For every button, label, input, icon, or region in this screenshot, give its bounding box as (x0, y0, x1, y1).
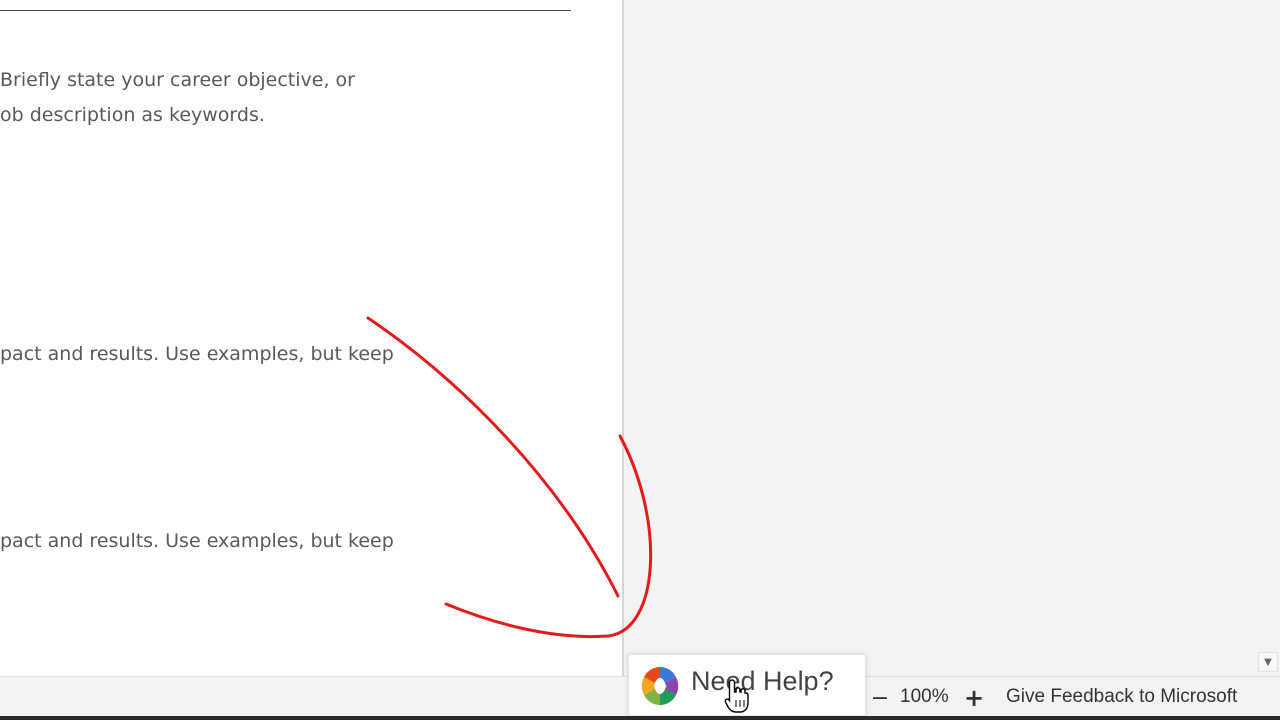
document-page[interactable]: Briefly state your career objective, or … (0, 0, 622, 676)
taskbar-edge (0, 716, 1280, 720)
give-feedback-link[interactable]: Give Feedback to Microsoft (1006, 686, 1237, 708)
experience-text-1[interactable]: pact and results. Use examples, but keep (0, 342, 394, 366)
plus-icon[interactable]: + (962, 684, 986, 712)
objective-text-line-1[interactable]: Briefly state your career objective, or (0, 68, 355, 92)
zoom-level[interactable]: 100% (900, 686, 949, 708)
office-help-logo-icon (641, 667, 679, 705)
section-divider (0, 10, 571, 11)
need-help-label: Need Help? (691, 666, 834, 696)
hand-pointer-cursor-icon (724, 679, 749, 713)
experience-text-2[interactable]: pact and results. Use examples, but keep (0, 529, 394, 553)
scroll-down-icon[interactable]: ▼ (1258, 652, 1278, 672)
objective-text-line-2[interactable]: ob description as keywords. (0, 103, 265, 127)
minus-icon[interactable]: − (870, 684, 890, 712)
workspace-background (624, 0, 1280, 676)
